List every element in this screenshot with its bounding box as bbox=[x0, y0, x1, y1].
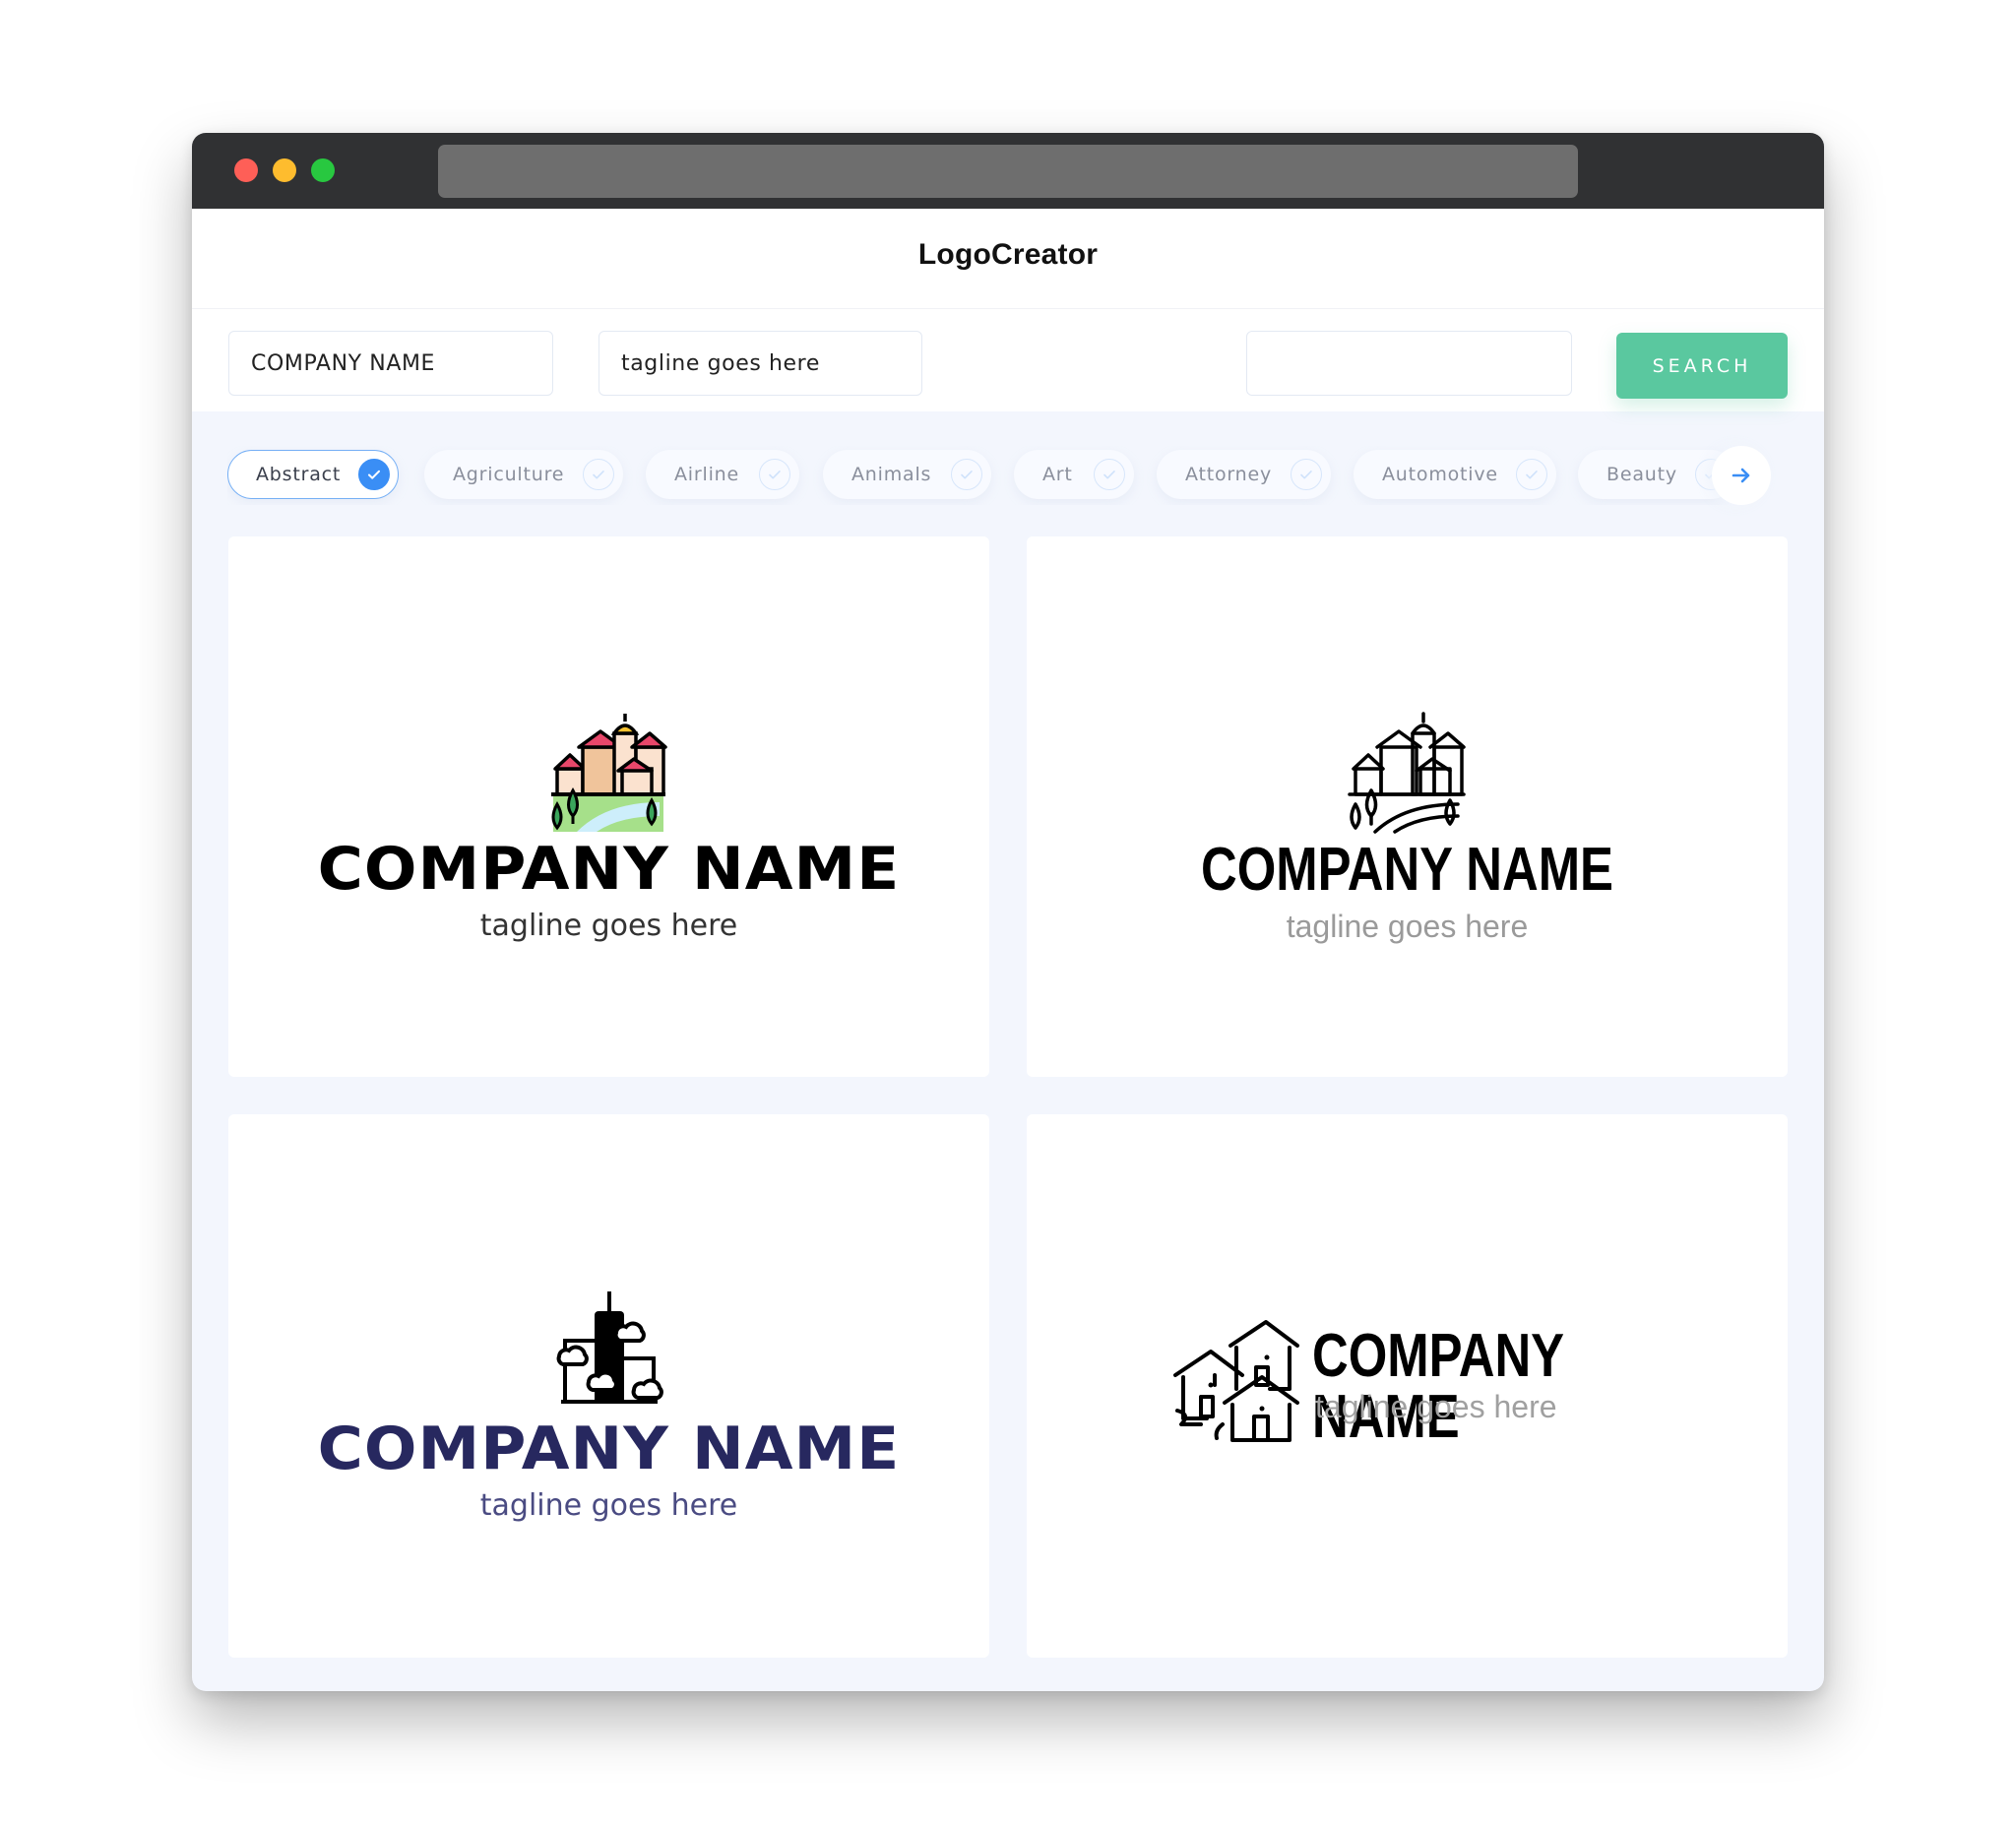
logo-tagline: tagline goes here bbox=[479, 1488, 738, 1523]
browser-window: LogoCreator SEARCH Abstract Agriculture … bbox=[192, 133, 1824, 1691]
logo-preview: COMPANY NAME tagline goes here bbox=[228, 1289, 989, 1523]
check-icon bbox=[358, 459, 390, 490]
chip-label: Art bbox=[1042, 464, 1073, 485]
skyscraper-clouds-icon bbox=[556, 1291, 663, 1404]
houses-outline-icon bbox=[1173, 1320, 1299, 1442]
category-chip-animals[interactable]: Animals bbox=[823, 450, 991, 499]
logo-card[interactable]: COMPANY NAME tagline goes here bbox=[228, 536, 989, 1077]
logo-company-name: COMPANY NAME bbox=[317, 1415, 901, 1483]
logo-preview: COMPANY NAME tagline goes here bbox=[1027, 712, 1788, 945]
site-header: LogoCreator bbox=[192, 209, 1824, 308]
village-outline-icon bbox=[1347, 712, 1466, 834]
check-icon bbox=[1291, 459, 1322, 490]
logo-card[interactable]: COMPANY NAME tagline goes here bbox=[228, 1114, 989, 1658]
category-chip-automotive[interactable]: Automotive bbox=[1354, 450, 1556, 499]
village-colored-icon bbox=[550, 714, 667, 832]
chip-label: Attorney bbox=[1185, 464, 1273, 485]
chip-label: Animals bbox=[851, 464, 932, 485]
logo-company-name: COMPANY NAME bbox=[317, 835, 901, 904]
category-chip-agriculture[interactable]: Agriculture bbox=[424, 450, 623, 499]
next-categories-button[interactable] bbox=[1712, 446, 1771, 505]
site-logo-title[interactable]: LogoCreator bbox=[192, 238, 1824, 272]
logo-tagline: tagline goes here bbox=[479, 909, 738, 943]
logo-company-name: COMPANY NAME bbox=[1201, 836, 1613, 904]
company-name-input[interactable] bbox=[228, 331, 553, 396]
logo-tagline: tagline goes here bbox=[1286, 909, 1529, 944]
logo-company-name: COMPANY NAME bbox=[1312, 1322, 1564, 1451]
address-bar[interactable] bbox=[438, 145, 1578, 198]
keyword-input[interactable] bbox=[1246, 331, 1572, 396]
logo-preview: COMPANY NAME tagline goes here bbox=[1171, 1316, 1683, 1448]
check-icon bbox=[759, 459, 790, 490]
logo-tagline: tagline goes here bbox=[1315, 1389, 1557, 1424]
chip-label: Agriculture bbox=[453, 464, 565, 485]
category-chip-attorney[interactable]: Attorney bbox=[1157, 450, 1331, 499]
search-button[interactable]: SEARCH bbox=[1616, 333, 1788, 399]
search-form: SEARCH bbox=[192, 308, 1824, 411]
check-icon bbox=[1094, 459, 1125, 490]
close-window-button[interactable] bbox=[234, 158, 258, 182]
arrow-right-icon bbox=[1732, 468, 1750, 483]
category-chip-art[interactable]: Art bbox=[1014, 450, 1134, 499]
category-chip-airline[interactable]: Airline bbox=[646, 450, 799, 499]
category-chip-list: Abstract Agriculture Airline Animals Art… bbox=[227, 446, 1729, 505]
chip-label: Airline bbox=[674, 464, 739, 485]
title-bar bbox=[192, 133, 1824, 209]
check-icon bbox=[951, 459, 982, 490]
chip-label: Abstract bbox=[256, 464, 342, 485]
logo-preview: COMPANY NAME tagline goes here bbox=[228, 712, 989, 943]
check-icon bbox=[1516, 459, 1547, 490]
logo-card[interactable]: COMPANY NAME tagline goes here bbox=[1027, 1114, 1788, 1658]
chip-label: Beauty bbox=[1606, 464, 1677, 485]
maximize-window-button[interactable] bbox=[311, 158, 335, 182]
minimize-window-button[interactable] bbox=[273, 158, 296, 182]
chip-label: Automotive bbox=[1382, 464, 1498, 485]
category-chip-abstract[interactable]: Abstract bbox=[227, 450, 399, 499]
category-filter-bar: Abstract Agriculture Airline Animals Art… bbox=[227, 446, 1788, 505]
check-icon bbox=[583, 459, 614, 490]
tagline-input[interactable] bbox=[598, 331, 922, 396]
logo-card[interactable]: COMPANY NAME tagline goes here bbox=[1027, 536, 1788, 1077]
category-chip-beauty[interactable]: Beauty bbox=[1578, 450, 1729, 499]
